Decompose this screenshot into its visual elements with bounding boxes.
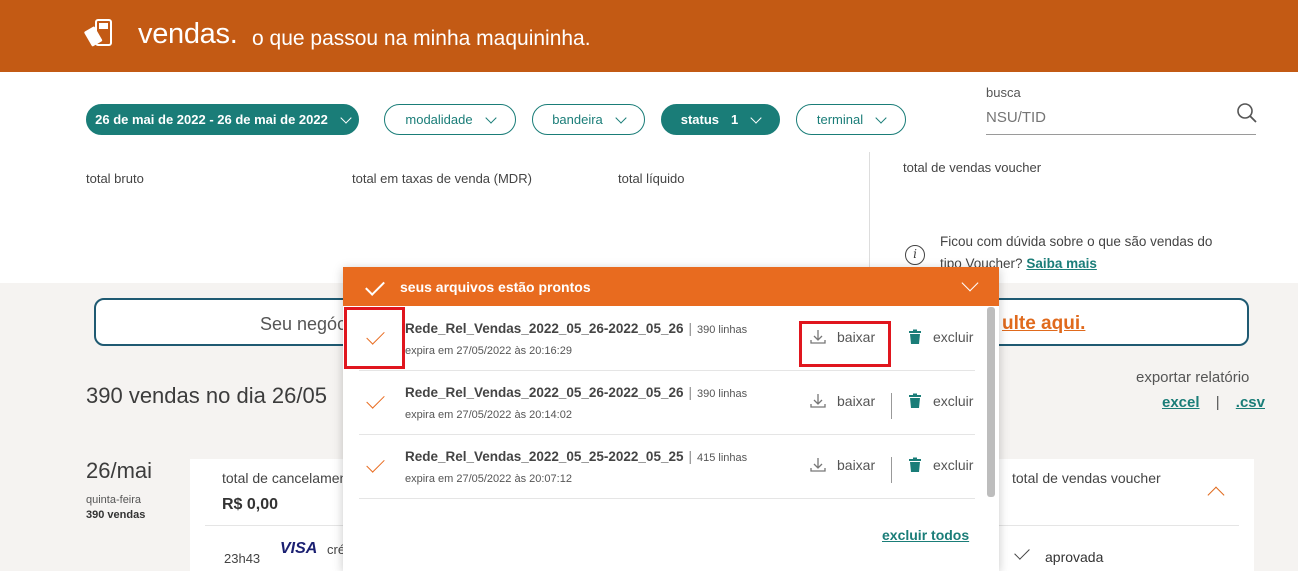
page-subtitle: o que passou na minha maquininha.: [252, 27, 591, 50]
learn-more-link[interactable]: Saiba mais: [1026, 256, 1097, 271]
info-icon: i: [905, 245, 925, 265]
modalidade-label: modalidade: [405, 112, 473, 127]
cancel-total-value: R$ 0,00: [222, 496, 279, 513]
file-row: Rede_Rel_Vendas_2022_05_25-2022_05_25 | 41…: [359, 435, 975, 499]
highlight-box: [344, 307, 405, 369]
chevron-down-icon: [750, 111, 762, 124]
download-icon: [810, 458, 826, 472]
files-ready-panel: seus arquivos estão prontos Rede_Rel_Ven…: [343, 267, 999, 571]
status-count-badge: 1: [731, 112, 739, 127]
cancel-total-label: total de cancelament: [222, 470, 352, 486]
delete-button[interactable]: excluir: [907, 393, 973, 409]
delete-button[interactable]: excluir: [907, 457, 973, 473]
sale-status: aprovada: [1045, 549, 1104, 565]
trash-icon: [909, 457, 921, 472]
delete-label: excluir: [933, 457, 974, 473]
delete-all-link[interactable]: excluir todos: [882, 527, 969, 543]
chevron-down-icon[interactable]: [961, 274, 979, 292]
check-icon: [366, 390, 385, 409]
file-lines: 390 linhas: [697, 324, 748, 336]
bandeira-label: bandeira: [552, 112, 603, 127]
day-weekday: quinta-feira: [86, 494, 142, 506]
terminal-filter[interactable]: terminal: [796, 104, 906, 135]
panel-scrollbar[interactable]: [987, 307, 995, 497]
download-label: baixar: [837, 393, 876, 409]
trash-icon: [909, 393, 921, 408]
gross-total-label: total bruto: [86, 171, 144, 186]
check-icon: [365, 276, 385, 296]
export-separator: |: [1215, 394, 1220, 411]
search-label: busca: [986, 85, 1021, 100]
banner-link[interactable]: ulte aqui.: [1002, 313, 1085, 335]
file-lines: 390 linhas: [697, 388, 748, 400]
page-header: vendas. o que passou na minha maquininha…: [0, 0, 1298, 72]
terminal-label: terminal: [816, 112, 864, 127]
summary-divider: [869, 152, 870, 283]
download-button[interactable]: baixar: [809, 393, 875, 409]
delete-label: excluir: [933, 393, 974, 409]
fees-total-label: total em taxas de venda (MDR): [352, 171, 532, 186]
download-label: baixar: [837, 457, 876, 473]
day-voucher-total-label: total de vendas voucher: [1012, 470, 1161, 486]
chevron-up-icon[interactable]: [1207, 486, 1225, 504]
file-expiry: expira em 27/05/2022 às 20:14:02: [405, 409, 572, 421]
export-links: excel | .csv: [1162, 394, 1265, 411]
file-expiry: expira em 27/05/2022 às 20:16:29: [405, 345, 572, 357]
delete-label: excluir: [933, 329, 974, 345]
download-button[interactable]: baixar: [809, 457, 875, 473]
file-name: Rede_Rel_Vendas_2022_05_26-2022_05_26: [405, 321, 684, 336]
sale-time: 23h43: [224, 551, 261, 566]
export-label: exportar relatório: [1136, 369, 1250, 386]
bandeira-filter[interactable]: bandeira: [532, 104, 645, 135]
chevron-down-icon: [484, 111, 497, 124]
search-input[interactable]: [986, 100, 1256, 135]
file-name: Rede_Rel_Vendas_2022_05_25-2022_05_25: [405, 449, 684, 464]
export-csv-link[interactable]: .csv: [1236, 394, 1265, 411]
search-icon[interactable]: [1236, 102, 1258, 124]
files-panel-header[interactable]: seus arquivos estão prontos: [343, 267, 999, 306]
files-panel-title: seus arquivos estão prontos: [400, 279, 591, 295]
date-range-label: 26 de mai de 2022 - 26 de mai de 2022: [95, 112, 328, 127]
delete-button[interactable]: excluir: [907, 329, 973, 345]
day-sales-count: 390 vendas: [86, 509, 146, 521]
file-row: Rede_Rel_Vendas_2022_05_26-2022_05_26 | 39…: [359, 371, 975, 435]
check-icon: [366, 454, 385, 473]
trash-icon: [909, 329, 921, 344]
day-date: 26/mai: [86, 458, 153, 483]
action-separator: [891, 457, 892, 483]
action-separator: [891, 393, 892, 419]
chevron-down-icon: [875, 111, 887, 124]
highlight-box: [799, 321, 891, 367]
sales-count-title: 390 vendas no dia 26/05: [86, 383, 327, 408]
page-title: vendas.: [138, 18, 238, 50]
date-range-filter[interactable]: 26 de mai de 2022 - 26 de mai de 2022: [86, 104, 359, 135]
check-icon: [1014, 544, 1030, 560]
chevron-down-icon: [340, 111, 352, 124]
status-label: status: [680, 112, 720, 127]
status-filter[interactable]: status 1: [661, 104, 780, 135]
file-name: Rede_Rel_Vendas_2022_05_26-2022_05_26: [405, 385, 684, 400]
export-excel-link[interactable]: excel: [1162, 394, 1200, 411]
modalidade-filter[interactable]: modalidade: [384, 104, 516, 135]
voucher-total-label: total de vendas voucher: [903, 160, 1042, 175]
card-machine-icon: [84, 19, 112, 47]
chevron-down-icon: [615, 111, 627, 124]
file-expiry: expira em 27/05/2022 às 20:07:12: [405, 473, 572, 485]
banner-text: Seu negóc: [260, 314, 347, 334]
net-total-label: total líquido: [618, 171, 685, 186]
file-lines: 415 linhas: [697, 452, 748, 464]
download-icon: [810, 394, 826, 408]
visa-logo: VISA: [280, 540, 318, 557]
